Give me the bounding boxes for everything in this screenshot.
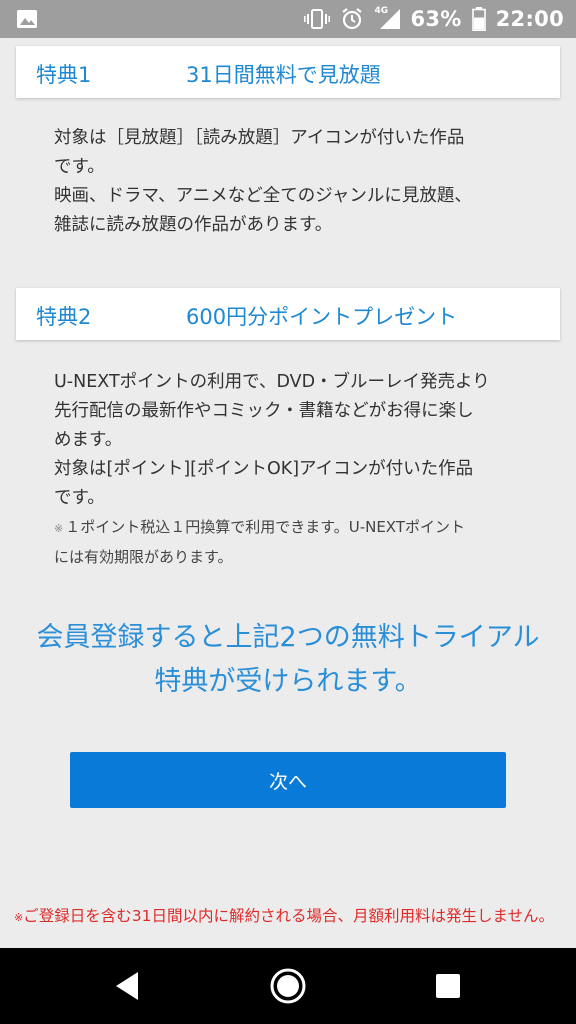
home-icon[interactable] [268, 966, 308, 1006]
navigation-bar [0, 948, 576, 1024]
description-line: 映画、ドラマ、アニメなど全てのジャンルに見放題、 [54, 186, 472, 206]
status-bar: 4G 63% 22:00 [0, 0, 576, 38]
back-icon[interactable] [108, 966, 148, 1006]
next-button[interactable]: 次へ [70, 752, 506, 808]
benefit-2-label: 特典2 [36, 305, 92, 329]
description-line: です。 [54, 157, 105, 177]
note-mark: ※ [54, 522, 64, 535]
cancellation-note: ※ご登録日を含む31日間以内に解約される場合、月額利用料は発生しません。 [14, 904, 564, 930]
battery-icon [471, 7, 486, 31]
vibrate-icon [304, 9, 331, 29]
registration-message-line: 特典が受けられます。 [154, 666, 422, 697]
benefit-2-description: U-NEXTポイントの利用で、DVD・ブルーレイ発売より 先行配信の最新作やコミ… [54, 368, 534, 572]
screen: 4G 63% 22:00 特典1 31日間無料で見放題 対象は［見放題］［読み放… [0, 0, 576, 1024]
description-line: です。 [54, 488, 105, 508]
image-notification-icon [17, 10, 37, 28]
footer-note-mark: ※ [14, 911, 24, 924]
benefit-1-label: 特典1 [36, 63, 92, 87]
description-line: 先行配信の最新作やコミック・書籍などがお得に楽し [54, 401, 474, 421]
registration-message-line: 会員登録すると上記2つの無料トライアル [36, 622, 540, 653]
benefit-2-title: 600円分ポイントプレゼント [186, 305, 458, 329]
clock: 22:00 [495, 7, 564, 31]
benefit-1-title: 31日間無料で見放題 [186, 63, 381, 87]
cancellation-note-text: ご登録日を含む31日間以内に解約される場合、月額利用料は発生しません。 [23, 907, 554, 925]
description-line: U-NEXTポイントの利用で、DVD・ブルーレイ発売より [54, 372, 490, 392]
benefit-2-header: 特典2 600円分ポイントプレゼント [16, 288, 560, 340]
point-note-line: には有効期限があります。 [54, 548, 233, 566]
description-line: 対象は[ポイント][ポイントOK]アイコンが付いた作品 [54, 459, 474, 479]
alarm-icon [342, 8, 363, 30]
registration-message: 会員登録すると上記2つの無料トライアル 特典が受けられます。 [0, 616, 576, 704]
benefit-1-description: 対象は［見放題］［読み放題］アイコンが付いた作品 です。 映画、ドラマ、アニメな… [54, 124, 534, 240]
status-icons: 4G 63% 22:00 [304, 0, 564, 38]
signal-icon: 4G [374, 6, 401, 31]
benefit-1-header: 特典1 31日間無料で見放題 [16, 46, 560, 98]
trial-benefits-content[interactable]: 特典1 31日間無料で見放題 対象は［見放題］［読み放題］アイコンが付いた作品 … [0, 38, 576, 948]
description-line: 雑誌に読み放題の作品があります。 [54, 215, 333, 235]
point-note-line: ※ １ポイント税込１円換算で利用できます。U-NEXTポイント [54, 513, 534, 543]
battery-percent: 63% [410, 7, 462, 31]
description-line: 対象は［見放題］［読み放題］アイコンが付いた作品 [54, 128, 465, 148]
point-note-text: １ポイント税込１円換算で利用できます。U-NEXTポイント [65, 518, 465, 536]
recents-icon[interactable] [428, 966, 468, 1006]
description-line: めます。 [54, 430, 123, 450]
